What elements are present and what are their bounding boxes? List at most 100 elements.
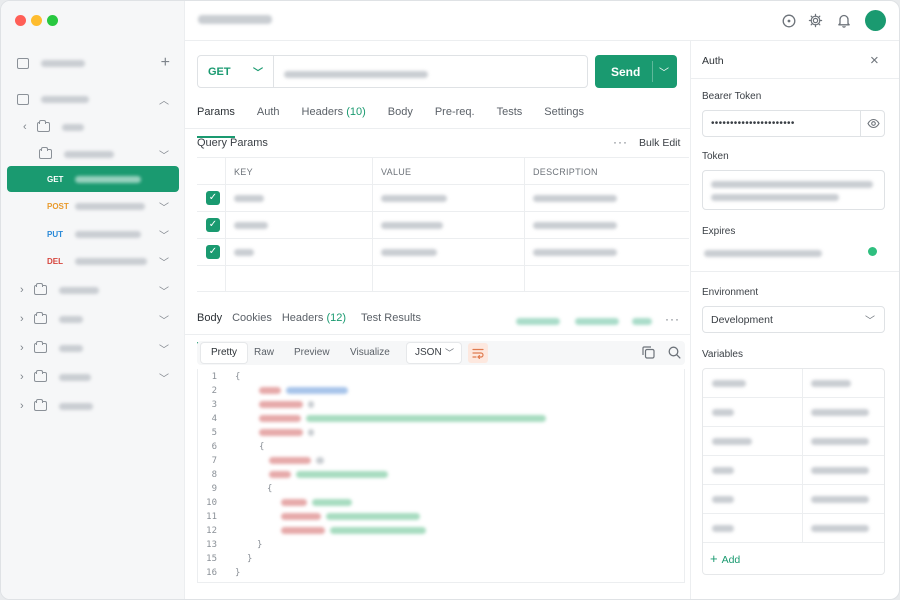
workspace-icon — [17, 57, 29, 69]
close-icon[interactable]: × — [870, 52, 879, 69]
tab-test-results[interactable]: Test Results — [361, 312, 421, 336]
table-row[interactable] — [703, 427, 884, 456]
chevron-right-icon[interactable]: › — [20, 313, 24, 325]
sidebar-folder-item[interactable]: ‹ — [7, 114, 179, 140]
row-checkbox[interactable]: ✓ — [206, 245, 220, 259]
wrap-lines-icon[interactable] — [468, 343, 488, 363]
sidebar-request-item[interactable]: GET — [7, 166, 179, 192]
chevron-up-icon[interactable]: ︿ — [159, 92, 169, 107]
tab-settings[interactable]: Settings — [544, 106, 584, 130]
chevron-down-icon[interactable]: ﹀ — [159, 283, 169, 298]
view-preview[interactable]: Preview — [294, 347, 330, 358]
table-row[interactable] — [703, 485, 884, 514]
copy-icon[interactable] — [642, 346, 655, 362]
sidebar-folder-item[interactable]: ﹀ — [7, 141, 179, 167]
line-number: 2 — [211, 386, 217, 396]
params-table: KEY VALUE DESCRIPTION ✓ ✓ ✓ — [197, 157, 689, 292]
row-checkbox[interactable]: ✓ — [206, 218, 220, 232]
eye-icon[interactable] — [867, 118, 880, 132]
format-select[interactable]: JSON ﹀ — [407, 343, 461, 363]
more-icon[interactable]: ··· — [665, 312, 680, 326]
token-field[interactable] — [702, 170, 885, 210]
chevron-right-icon[interactable]: › — [20, 284, 24, 296]
url-input[interactable] — [284, 68, 428, 80]
format-value: JSON — [415, 347, 442, 358]
token-label: Token — [702, 151, 729, 162]
plus-icon[interactable]: + — [161, 54, 170, 72]
maximize-window-button[interactable] — [47, 15, 58, 26]
compass-icon[interactable] — [780, 12, 797, 29]
method-select[interactable]: GET ﹀ — [198, 56, 274, 87]
sidebar-folder-item[interactable]: › — [7, 393, 179, 419]
table-row[interactable] — [197, 266, 689, 293]
chevron-down-icon[interactable]: ﹀ — [159, 199, 169, 214]
view-pretty[interactable]: Pretty — [201, 343, 247, 363]
tab-body[interactable]: Body — [388, 106, 413, 130]
table-row[interactable]: ✓ — [197, 212, 689, 239]
auth-panel-title: Auth — [702, 55, 724, 67]
table-row[interactable]: ✓ — [197, 185, 689, 212]
table-row[interactable] — [703, 514, 884, 543]
sidebar-folder-item[interactable]: › ﹀ — [7, 364, 179, 390]
send-button[interactable]: Send ﹀ — [595, 55, 677, 88]
sidebar-folder-item[interactable]: › ﹀ — [7, 277, 179, 303]
table-row[interactable]: ✓ — [197, 239, 689, 266]
chevron-down-icon[interactable]: ﹀ — [159, 147, 169, 162]
line-number: 16 — [206, 568, 217, 578]
chevron-down-icon[interactable]: ﹀ — [159, 370, 169, 385]
sidebar-request-item[interactable]: POST ﹀ — [7, 193, 179, 219]
minimize-window-button[interactable] — [31, 15, 42, 26]
environment-select[interactable]: Development ﹀ — [702, 306, 885, 333]
add-variable-button[interactable]: + Add — [710, 551, 740, 566]
tab-params[interactable]: Params — [197, 106, 235, 138]
tab-response-headers[interactable]: Headers (12) — [282, 312, 346, 336]
chevron-left-icon[interactable]: ‹ — [23, 121, 27, 133]
sidebar-folder-item[interactable]: › ﹀ — [7, 335, 179, 361]
tab-auth[interactable]: Auth — [257, 106, 280, 130]
chevron-down-icon[interactable]: ﹀ — [159, 341, 169, 356]
chevron-down-icon: ﹀ — [865, 316, 875, 327]
gear-icon[interactable] — [807, 12, 824, 29]
chevron-down-icon[interactable]: ﹀ — [659, 64, 669, 79]
method-label: DEL — [47, 256, 63, 266]
tab-tests[interactable]: Tests — [497, 106, 523, 130]
row-checkbox[interactable]: ✓ — [206, 191, 220, 205]
response-status — [516, 315, 653, 327]
chevron-down-icon[interactable]: ﹀ — [159, 254, 169, 269]
close-window-button[interactable] — [15, 15, 26, 26]
tab-cookies[interactable]: Cookies — [232, 312, 272, 336]
view-raw[interactable]: Raw — [254, 347, 274, 358]
bearer-token-field[interactable]: •••••••••••••••••••••• — [702, 110, 885, 137]
bulk-edit-button[interactable]: Bulk Edit — [639, 137, 680, 149]
sidebar-request-item[interactable]: DEL ﹀ — [7, 248, 179, 274]
table-row[interactable] — [703, 369, 884, 398]
expires-label: Expires — [702, 226, 736, 237]
chevron-down-icon[interactable]: ﹀ — [159, 227, 169, 242]
chevron-down-icon: ﹀ — [444, 348, 454, 358]
sidebar: + ︿ ‹ ﹀ GET POST ﹀ PUT ﹀ DEL ﹀ › ﹀ › ﹀ ›… — [1, 41, 185, 599]
sidebar-folder-item[interactable]: › ﹀ — [7, 306, 179, 332]
search-icon[interactable] — [668, 346, 681, 362]
line-number: 4 — [211, 414, 217, 424]
chevron-right-icon[interactable]: › — [20, 400, 24, 412]
column-header-description: DESCRIPTION — [533, 167, 598, 177]
line-number: 3 — [211, 400, 217, 410]
sidebar-workspace-item[interactable]: + — [7, 50, 179, 76]
sidebar-request-item[interactable]: PUT ﹀ — [7, 221, 179, 247]
table-row[interactable] — [703, 398, 884, 427]
more-icon[interactable]: ··· — [613, 135, 628, 149]
query-params-title: Query Params — [197, 137, 268, 149]
avatar[interactable] — [865, 10, 886, 31]
sidebar-collection-item[interactable]: ︿ — [7, 86, 179, 112]
tab-headers[interactable]: Headers (10) — [302, 106, 366, 130]
bell-icon[interactable] — [835, 12, 852, 29]
tab-response-body[interactable]: Body — [197, 312, 223, 344]
bearer-token-value: •••••••••••••••••••••• — [711, 118, 795, 129]
line-number: 6 — [211, 442, 217, 452]
table-row[interactable] — [703, 456, 884, 485]
view-visualize[interactable]: Visualize — [350, 347, 390, 358]
chevron-right-icon[interactable]: › — [20, 342, 24, 354]
chevron-down-icon[interactable]: ﹀ — [159, 312, 169, 327]
chevron-right-icon[interactable]: › — [20, 371, 24, 383]
tab-pre-request[interactable]: Pre-req. — [435, 106, 475, 130]
